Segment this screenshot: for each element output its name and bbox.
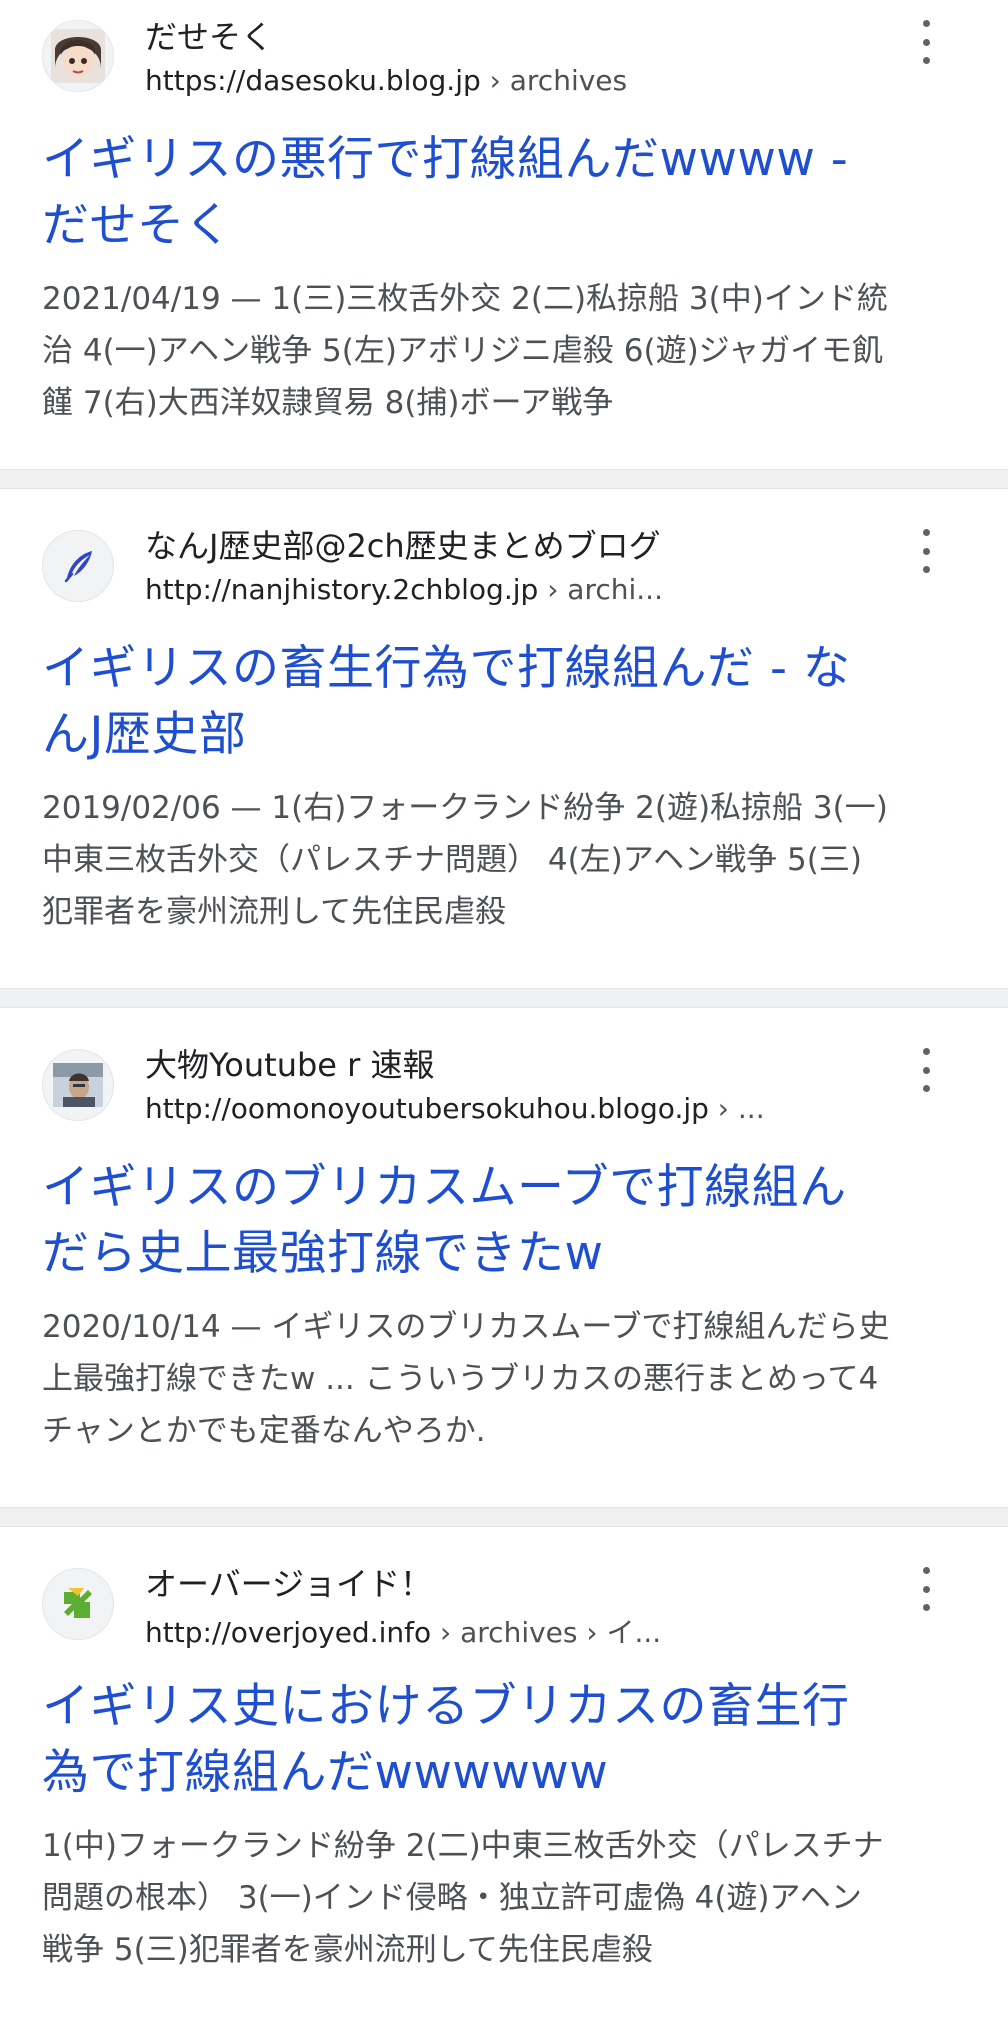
result-source[interactable]: オーバージョイド！ http://overjoyed.info › archiv… xyxy=(42,1527,966,1659)
result-card: だせそく https://dasesoku.blog.jp › archives… xyxy=(0,0,1008,469)
url-path: › ... xyxy=(708,1092,765,1125)
title-line: イギリス史におけるブリカスの畜生行 xyxy=(42,1679,850,1734)
title-line: イギリスのブリカスムーブで打線組ん xyxy=(42,1160,847,1215)
green-arrow-icon xyxy=(42,1568,114,1640)
site-name: 大物Youtube r 速報 xyxy=(145,1046,435,1084)
snippet-line: 1(中)フォークランド紛争 2(二)中東三枚舌外交（パレスチナ xyxy=(42,1828,884,1864)
result-divider xyxy=(0,469,1008,489)
snippet-line: 中東三枚舌外交（パレスチナ問題） 4(左)アヘン戦争 5(三) xyxy=(42,842,862,878)
anime-face-icon xyxy=(42,20,114,92)
snippet-line: 上最強打線できたw ... こういうブリカスの悪行まとめって4 xyxy=(42,1361,879,1397)
site-name: だせそく xyxy=(145,18,274,56)
result-source[interactable]: 大物Youtube r 速報 http://oomonoyoutubersoku… xyxy=(42,1008,966,1140)
site-url: http://oomonoyoutubersokuhou.blogo.jp › … xyxy=(145,1092,765,1125)
more-options-icon[interactable] xyxy=(916,1048,936,1092)
result-title-link[interactable]: イギリスのブリカスムーブで打線組ん だら史上最強打線できたw xyxy=(42,1155,966,1287)
result-divider xyxy=(0,1507,1008,1527)
more-options-icon[interactable] xyxy=(916,20,936,64)
result-snippet: 1(中)フォークランド紛争 2(二)中東三枚舌外交（パレスチナ 問題の根本） 3… xyxy=(42,1820,966,1976)
result-card: なんJ歴史部@2ch歴史まとめブログ http://nanjhistory.2c… xyxy=(0,489,1008,988)
person-photo-icon xyxy=(42,1049,114,1121)
url-host: http://oomonoyoutubersokuhou.blogo.jp xyxy=(145,1092,709,1125)
title-line: だら史上最強打線できたw xyxy=(42,1226,604,1281)
more-options-icon[interactable] xyxy=(916,529,936,573)
url-host: http://overjoyed.info xyxy=(145,1616,432,1649)
snippet-line: 犯罪者を豪州流刑して先住民虐殺 xyxy=(42,894,507,930)
result-card: オーバージョイド！ http://overjoyed.info › archiv… xyxy=(0,1527,1008,2020)
result-snippet: 2019/02/06 — 1(右)フォークランド紛争 2(遊)私掠船 3(一) … xyxy=(42,782,966,938)
url-path: › archives xyxy=(480,64,628,97)
site-url: http://overjoyed.info › archives › イ... xyxy=(145,1611,661,1651)
snippet-line: チャンとかでも定番なんやろか. xyxy=(42,1413,486,1449)
result-source[interactable]: だせそく https://dasesoku.blog.jp › archives xyxy=(42,0,966,112)
result-title-link[interactable]: イギリス史におけるブリカスの畜生行 為で打線組んだwwwwww xyxy=(42,1674,966,1806)
result-snippet: 2021/04/19 — 1(三)三枚舌外交 2(二)私掠船 3(中)インド統 … xyxy=(42,273,966,429)
title-line: だせそく xyxy=(42,198,232,253)
result-snippet: 2020/10/14 — イギリスのブリカスムーブで打線組んだら史 上最強打線で… xyxy=(42,1301,966,1457)
snippet-line: 2019/02/06 — 1(右)フォークランド紛争 2(遊)私掠船 3(一) xyxy=(42,790,888,826)
url-host: https://dasesoku.blog.jp xyxy=(145,64,481,97)
snippet-line: 2021/04/19 — 1(三)三枚舌外交 2(二)私掠船 3(中)インド統 xyxy=(42,281,888,317)
snippet-line: 治 4(一)アヘン戦争 5(左)アボリジニ虐殺 6(遊)ジャガイモ飢 xyxy=(42,333,884,369)
result-card: 大物Youtube r 速報 http://oomonoyoutubersoku… xyxy=(0,1008,1008,1507)
site-name: なんJ歴史部@2ch歴史まとめブログ xyxy=(145,527,661,565)
snippet-line: 饉 7(右)大西洋奴隷貿易 8(捕)ボーア戦争 xyxy=(42,385,614,421)
site-url: https://dasesoku.blog.jp › archives xyxy=(145,64,627,97)
site-name: オーバージョイド！ xyxy=(145,1565,433,1603)
search-results: だせそく https://dasesoku.blog.jp › archives… xyxy=(0,0,1008,2020)
title-line: 為で打線組んだwwwwww xyxy=(42,1745,609,1800)
title-line: んJ歴史部 xyxy=(42,707,247,762)
url-path: › archives › イ... xyxy=(431,1616,662,1649)
more-options-icon[interactable] xyxy=(916,1567,936,1611)
title-line: イギリスの畜生行為で打線組んだ - な xyxy=(42,641,851,696)
quill-icon xyxy=(42,530,114,602)
snippet-line: 戦争 5(三)犯罪者を豪州流刑して先住民虐殺 xyxy=(42,1932,653,1968)
result-source[interactable]: なんJ歴史部@2ch歴史まとめブログ http://nanjhistory.2c… xyxy=(42,489,966,621)
url-host: http://nanjhistory.2chblog.jp xyxy=(145,573,539,606)
snippet-line: 2020/10/14 — イギリスのブリカスムーブで打線組んだら史 xyxy=(42,1309,890,1345)
title-line: イギリスの悪行で打線組んだwwww - xyxy=(42,132,849,187)
result-title-link[interactable]: イギリスの悪行で打線組んだwwww - だせそく xyxy=(42,127,966,259)
result-divider xyxy=(0,988,1008,1008)
snippet-line: 問題の根本） 3(一)インド侵略・独立許可虚偽 4(遊)アヘン xyxy=(42,1880,862,1916)
result-title-link[interactable]: イギリスの畜生行為で打線組んだ - な んJ歴史部 xyxy=(42,636,966,768)
site-url: http://nanjhistory.2chblog.jp › archi... xyxy=(145,573,663,606)
url-path: › archi... xyxy=(538,573,663,606)
